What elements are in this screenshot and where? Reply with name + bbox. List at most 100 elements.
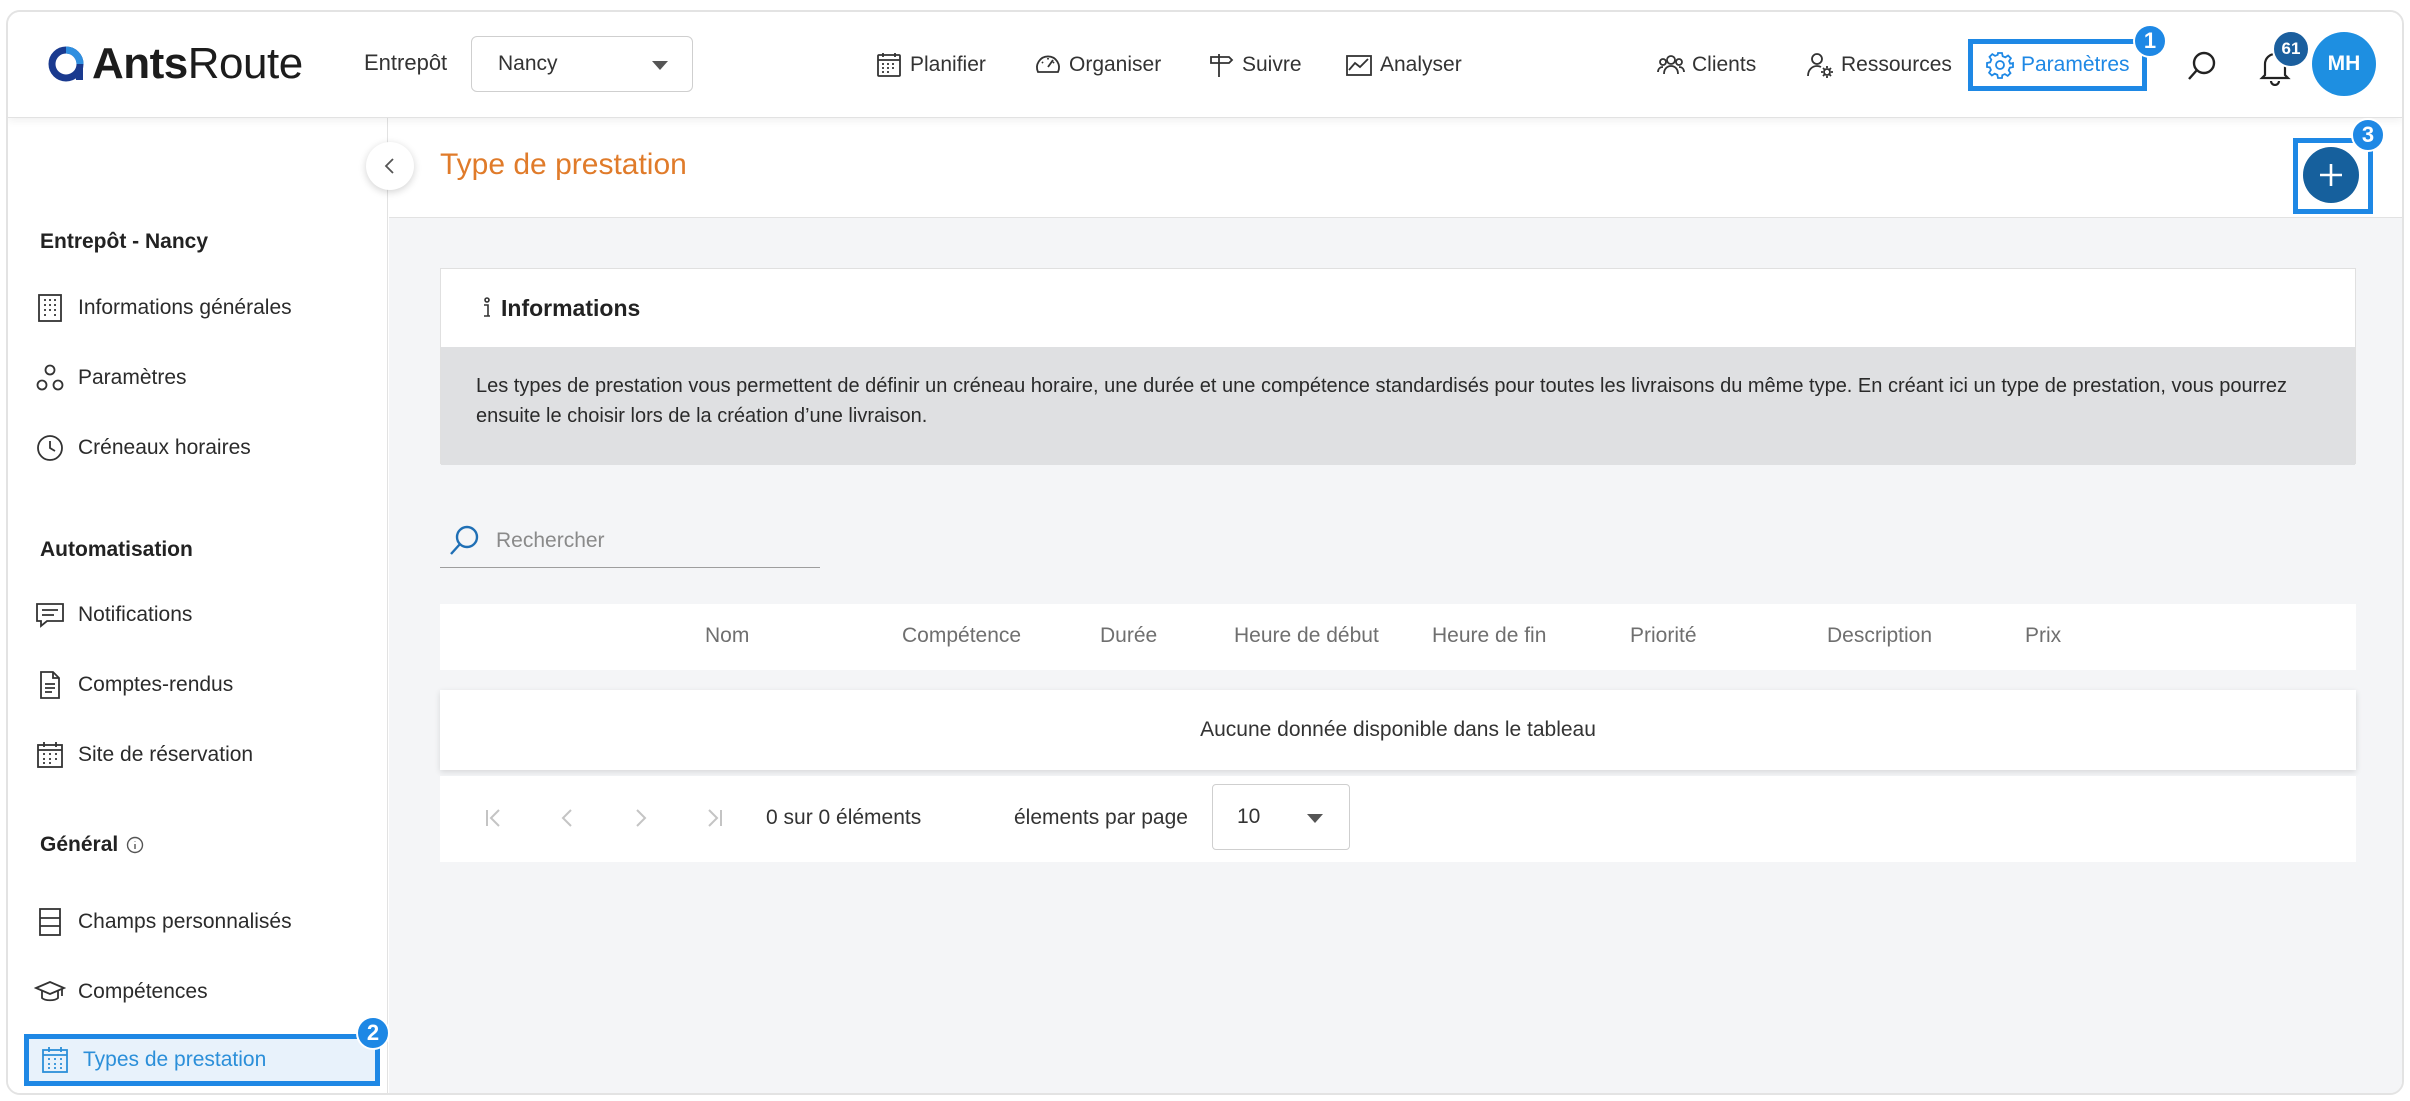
sidebar-item-site-reservation[interactable]: Site de réservation bbox=[34, 733, 253, 777]
search-field[interactable]: Rechercher bbox=[440, 514, 820, 568]
table-pagination: 0 sur 0 éléments élements par page 10 bbox=[440, 776, 2356, 862]
users-icon bbox=[1657, 55, 1685, 75]
column-header-priorite[interactable]: Priorité bbox=[1630, 624, 1697, 648]
sidebar-item-label: Site de réservation bbox=[78, 743, 254, 766]
nav-ressources[interactable]: Ressources bbox=[1805, 50, 1952, 80]
warehouse-select[interactable]: Nancy bbox=[471, 36, 693, 92]
user-avatar[interactable]: MH bbox=[2312, 32, 2376, 96]
table-empty-row: Aucune donnée disponible dans le tableau bbox=[440, 690, 2356, 770]
chevron-down-icon bbox=[1307, 814, 1323, 823]
chevron-down-icon bbox=[652, 61, 668, 70]
page-title: Type de prestation bbox=[440, 148, 687, 181]
sidebar-item-creneaux[interactable]: Créneaux horaires bbox=[34, 426, 251, 470]
per-page-select[interactable]: 10 bbox=[1212, 784, 1350, 850]
column-header-nom[interactable]: Nom bbox=[705, 624, 749, 648]
antsroute-logo-icon bbox=[48, 46, 84, 82]
nav-organiser-label: Organiser bbox=[1069, 53, 1162, 76]
chevron-left-icon bbox=[561, 809, 572, 827]
building-icon bbox=[38, 294, 62, 322]
calendar-icon bbox=[877, 53, 901, 77]
sidebar-item-infos-generales[interactable]: Informations générales bbox=[34, 286, 292, 330]
column-header-duree[interactable]: Durée bbox=[1100, 624, 1157, 648]
sidebar-item-champs[interactable]: Champs personnalisés bbox=[34, 900, 292, 944]
sidebar-item-label: Informations générales bbox=[78, 296, 292, 319]
column-header-prix[interactable]: Prix bbox=[2025, 624, 2061, 648]
per-page-label: élements par page bbox=[1014, 806, 1188, 829]
graduation-cap-icon bbox=[34, 981, 66, 1002]
top-bar: AntsRoute Entrepôt Nancy Planifier Organ… bbox=[8, 12, 2402, 118]
last-page-button[interactable] bbox=[696, 800, 732, 836]
previous-page-button[interactable] bbox=[550, 800, 586, 836]
table-header: Nom Compétence Durée Heure de début Heur… bbox=[440, 604, 2356, 670]
search-icon bbox=[2188, 51, 2216, 80]
nav-analyser[interactable]: Analyser bbox=[1344, 50, 1462, 80]
document-icon bbox=[40, 671, 60, 699]
sidebar-item-label: Comptes-rendus bbox=[78, 673, 234, 696]
sidebar-item-label: Types de prestation bbox=[83, 1048, 267, 1071]
nav-clients-label: Clients bbox=[1692, 53, 1757, 76]
nav-suivre-label: Suivre bbox=[1242, 53, 1302, 76]
settings-nodes-icon bbox=[36, 364, 64, 391]
first-page-button[interactable] bbox=[476, 800, 512, 836]
nav-suivre[interactable]: Suivre bbox=[1206, 50, 1302, 80]
table-empty-text: Aucune donnée disponible dans le tableau bbox=[1200, 718, 1596, 741]
last-page-icon bbox=[708, 809, 722, 827]
nav-planifier[interactable]: Planifier bbox=[874, 50, 986, 80]
sidebar-section-automatisation: Automatisation bbox=[40, 538, 193, 561]
warehouse-label: Entrepôt bbox=[364, 50, 448, 75]
info-card-text: Les types de prestation vous permettent … bbox=[441, 347, 2355, 465]
app-logo[interactable]: AntsRoute bbox=[46, 40, 303, 88]
search-input[interactable]: Rechercher bbox=[496, 529, 605, 553]
step-marker-1: 1 bbox=[2133, 24, 2167, 58]
sidebar-collapse-button[interactable] bbox=[366, 142, 414, 190]
nav-planifier-label: Planifier bbox=[910, 53, 986, 76]
logo-text: AntsRoute bbox=[92, 39, 303, 88]
sidebar-item-types-prestation[interactable]: Types de prestation bbox=[24, 1034, 380, 1086]
sidebar-item-comptes-rendus[interactable]: Comptes-rendus bbox=[34, 663, 233, 707]
chevron-left-icon bbox=[384, 158, 394, 174]
info-circle-icon[interactable] bbox=[126, 836, 144, 854]
info-icon bbox=[484, 297, 490, 317]
search-button[interactable] bbox=[2184, 48, 2220, 89]
gear-icon bbox=[1986, 52, 2014, 79]
sidebar-item-label: Notifications bbox=[78, 603, 193, 626]
first-page-icon bbox=[486, 809, 500, 827]
pagination-count: 0 sur 0 éléments bbox=[766, 806, 922, 829]
rows-icon bbox=[39, 908, 61, 936]
warehouse-select-value: Nancy bbox=[498, 52, 558, 75]
per-page-value: 10 bbox=[1237, 805, 1261, 828]
nav-parametres-label: Paramètres bbox=[2021, 53, 2130, 76]
sidebar-item-label: Compétences bbox=[78, 980, 208, 1003]
nav-organiser[interactable]: Organiser bbox=[1033, 50, 1161, 80]
sidebar-item-notifications[interactable]: Notifications bbox=[34, 593, 192, 637]
sidebar-item-label: Champs personnalisés bbox=[78, 910, 292, 933]
nav-parametres[interactable]: Paramètres bbox=[1968, 39, 2147, 91]
column-header-heure-debut[interactable]: Heure de début bbox=[1234, 624, 1379, 648]
user-gear-icon bbox=[1807, 53, 1833, 78]
column-header-heure-fin[interactable]: Heure de fin bbox=[1432, 624, 1546, 648]
gauge-icon bbox=[1036, 55, 1060, 73]
sidebar-item-label: Paramètres bbox=[78, 366, 187, 389]
sidebar-item-parametres[interactable]: Paramètres bbox=[34, 356, 187, 400]
sidebar-item-label: Créneaux horaires bbox=[78, 436, 251, 459]
clock-icon bbox=[37, 435, 63, 461]
signpost-icon bbox=[1210, 54, 1234, 77]
nav-clients[interactable]: Clients bbox=[1656, 50, 1756, 80]
notification-count-badge: 61 bbox=[2272, 30, 2310, 68]
info-card: Informations Les types de prestation vou… bbox=[440, 268, 2356, 465]
calendar-icon bbox=[37, 742, 63, 768]
calendar-grid-icon bbox=[42, 1047, 68, 1073]
chevron-right-icon bbox=[636, 809, 647, 827]
step-marker-3: 3 bbox=[2351, 118, 2385, 152]
sidebar-section-general-label: Général bbox=[40, 833, 119, 856]
sidebar-item-competences[interactable]: Compétences bbox=[34, 970, 208, 1014]
app-window: AntsRoute Entrepôt Nancy Planifier Organ… bbox=[6, 10, 2404, 1095]
column-header-description[interactable]: Description bbox=[1827, 624, 1932, 648]
column-header-competence[interactable]: Compétence bbox=[902, 624, 1021, 648]
search-icon bbox=[450, 525, 479, 555]
next-page-button[interactable] bbox=[622, 800, 658, 836]
info-card-title: Informations bbox=[501, 294, 641, 321]
nav-ressources-label: Ressources bbox=[1841, 53, 1952, 76]
sidebar-section-general: Général bbox=[40, 833, 144, 857]
message-icon bbox=[36, 603, 64, 628]
